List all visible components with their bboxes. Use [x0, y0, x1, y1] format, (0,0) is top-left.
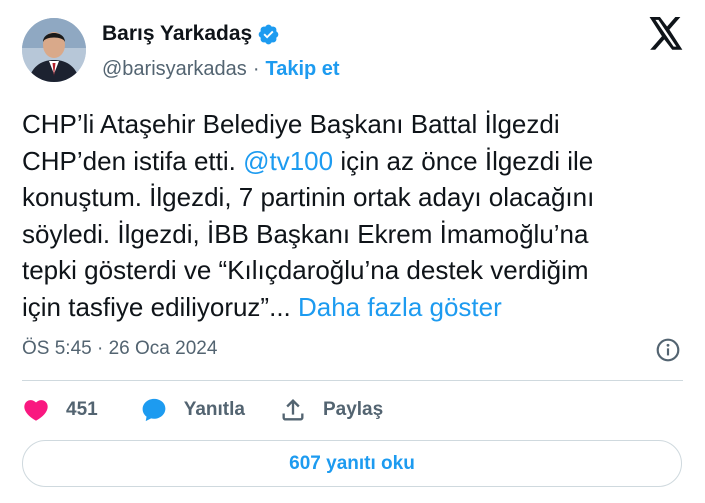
- reply-bubble-icon: [142, 398, 166, 422]
- share-icon: [282, 399, 304, 421]
- read-replies-button[interactable]: 607 yanıtı oku: [22, 440, 682, 487]
- reply-label: Yanıtla: [183, 399, 245, 420]
- action-bar: 451 Yanıtla Paylaş: [22, 396, 383, 424]
- share-button[interactable]: Paylaş: [279, 396, 383, 424]
- avatar[interactable]: [22, 18, 86, 82]
- verified-badge-icon: [258, 24, 279, 44]
- tweet-timestamp[interactable]: ÖS 5:45 · 26 Oca 2024: [22, 338, 217, 360]
- divider: [22, 380, 683, 381]
- reply-button[interactable]: Yanıtla: [140, 396, 245, 424]
- follow-button[interactable]: Takip et: [265, 58, 339, 81]
- show-more-link[interactable]: Daha fazla göster: [298, 292, 502, 322]
- mention-link[interactable]: @tv100: [243, 146, 333, 176]
- tweet-text: CHP’li Ataşehir Belediye Başkanı Battal …: [22, 106, 682, 325]
- info-icon[interactable]: [655, 337, 681, 363]
- separator-dot: ·: [252, 58, 260, 80]
- avatar-image: [22, 18, 86, 82]
- x-logo-icon[interactable]: [648, 17, 684, 50]
- heart-icon: [24, 400, 48, 421]
- author-name[interactable]: Barış Yarkadaş: [102, 22, 252, 46]
- like-button[interactable]: 451: [22, 396, 98, 424]
- share-label: Paylaş: [322, 399, 384, 420]
- author-handle[interactable]: @barisyarkadas: [102, 58, 247, 81]
- author-handle-row: @barisyarkadas · Takip et: [102, 58, 340, 81]
- author-name-row: Barış Yarkadaş: [102, 22, 280, 46]
- like-count: 451: [66, 399, 98, 420]
